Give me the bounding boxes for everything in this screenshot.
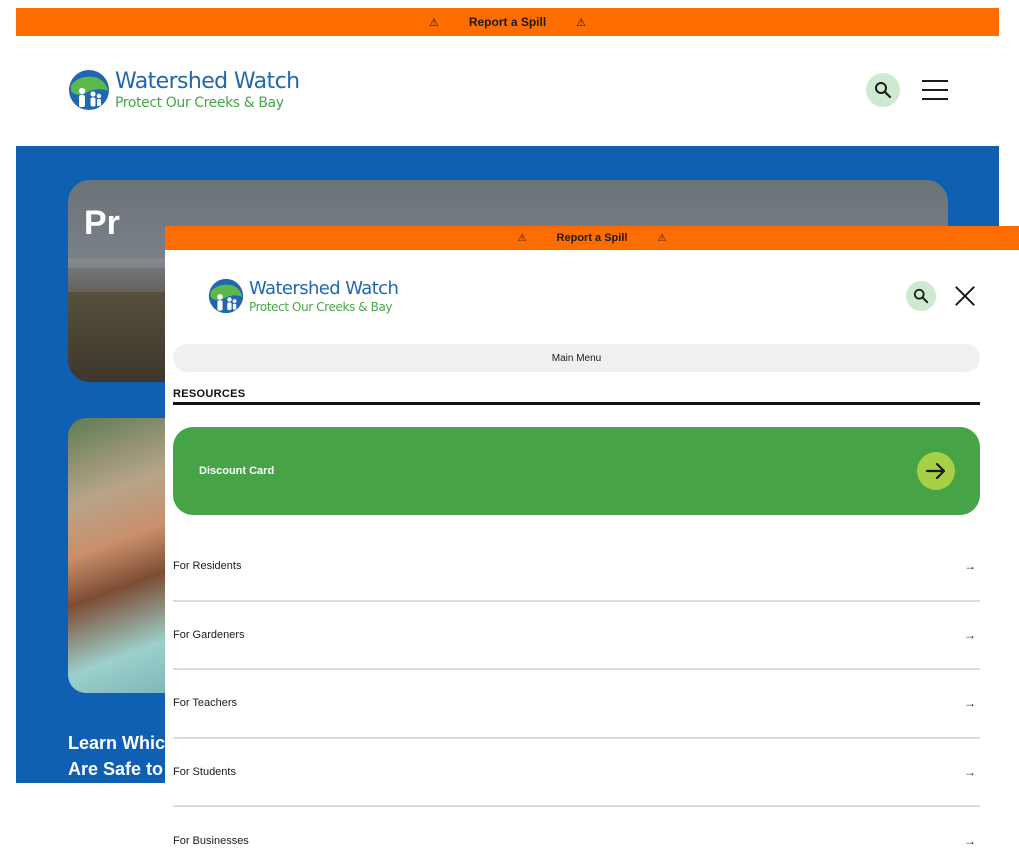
family-photo <box>68 418 178 693</box>
warning-icon: ⚠ <box>657 232 667 244</box>
search-button[interactable] <box>866 73 900 107</box>
site-header: Watershed Watch Protect Our Creeks & Bay <box>16 36 999 146</box>
globe-family-logo-icon <box>69 70 109 110</box>
report-spill-link[interactable]: Report a Spill <box>557 232 628 244</box>
close-icon[interactable] <box>954 285 976 307</box>
menu-icon-line <box>922 89 948 91</box>
menu-icon-line <box>922 80 948 82</box>
arrow-right-icon: → <box>964 696 976 711</box>
warning-icon: ⚠ <box>576 16 587 29</box>
section-title: RESOURCES <box>173 388 246 400</box>
menu-item-label: For Businesses <box>173 835 249 848</box>
hamburger-menu-button[interactable] <box>922 80 948 100</box>
arrow-right-icon: → <box>964 834 976 849</box>
warning-icon: ⚠ <box>517 232 527 244</box>
globe-family-logo-icon <box>208 278 244 314</box>
promo-label: Discount Card <box>199 465 275 477</box>
menu-item-gardeners[interactable]: For Gardeners → <box>173 602 980 670</box>
report-spill-banner[interactable]: ⚠ Report a Spill ⚠ <box>16 8 999 36</box>
menu-item-residents[interactable]: For Residents → <box>173 533 980 602</box>
main-menu-back-button[interactable]: Main Menu <box>173 344 980 372</box>
arrow-right-icon: → <box>964 559 976 574</box>
hero-title: Pr <box>84 204 120 242</box>
promo-arrow-button[interactable] <box>917 452 955 490</box>
site-logo[interactable]: Watershed Watch Protect Our Creeks & Bay <box>68 68 300 111</box>
main-menu-overlay: ⚠ Report a Spill ⚠ Watershed Watch Prote… <box>165 226 1019 867</box>
menu-icon-line <box>922 98 948 100</box>
logo-title: Watershed Watch <box>115 68 300 94</box>
logo-subtitle: Protect Our Creeks & Bay <box>249 299 393 314</box>
menu-item-label: For Residents <box>173 560 242 573</box>
menu-item-students[interactable]: For Students → <box>173 739 980 807</box>
search-icon <box>875 82 892 99</box>
arrow-right-icon <box>925 462 946 480</box>
discount-card-link[interactable]: Discount Card <box>173 427 980 515</box>
report-spill-banner[interactable]: ⚠ Report a Spill ⚠ <box>165 226 1019 250</box>
report-spill-link[interactable]: Report a Spill <box>469 15 546 29</box>
feature-heading[interactable]: Learn Whic Are Safe to <box>68 730 168 782</box>
menu-item-label: For Teachers <box>173 697 237 710</box>
warning-icon: ⚠ <box>428 16 439 29</box>
arrow-right-icon: → <box>964 627 976 642</box>
section-divider <box>173 402 980 405</box>
arrow-right-icon: → <box>964 764 976 779</box>
logo-title: Watershed Watch <box>249 277 399 299</box>
logo-subtitle: Protect Our Creeks & Bay <box>115 94 284 111</box>
menu-item-label: For Students <box>173 765 236 778</box>
search-icon <box>913 288 929 304</box>
resources-menu-list: For Residents → For Gardeners → For Teac… <box>173 533 980 867</box>
search-button[interactable] <box>906 281 936 311</box>
menu-item-teachers[interactable]: For Teachers → <box>173 670 980 739</box>
menu-item-label: For Gardeners <box>173 628 245 641</box>
menu-item-businesses[interactable]: For Businesses → <box>173 807 980 867</box>
site-logo[interactable]: Watershed Watch Protect Our Creeks & Bay <box>208 277 399 314</box>
